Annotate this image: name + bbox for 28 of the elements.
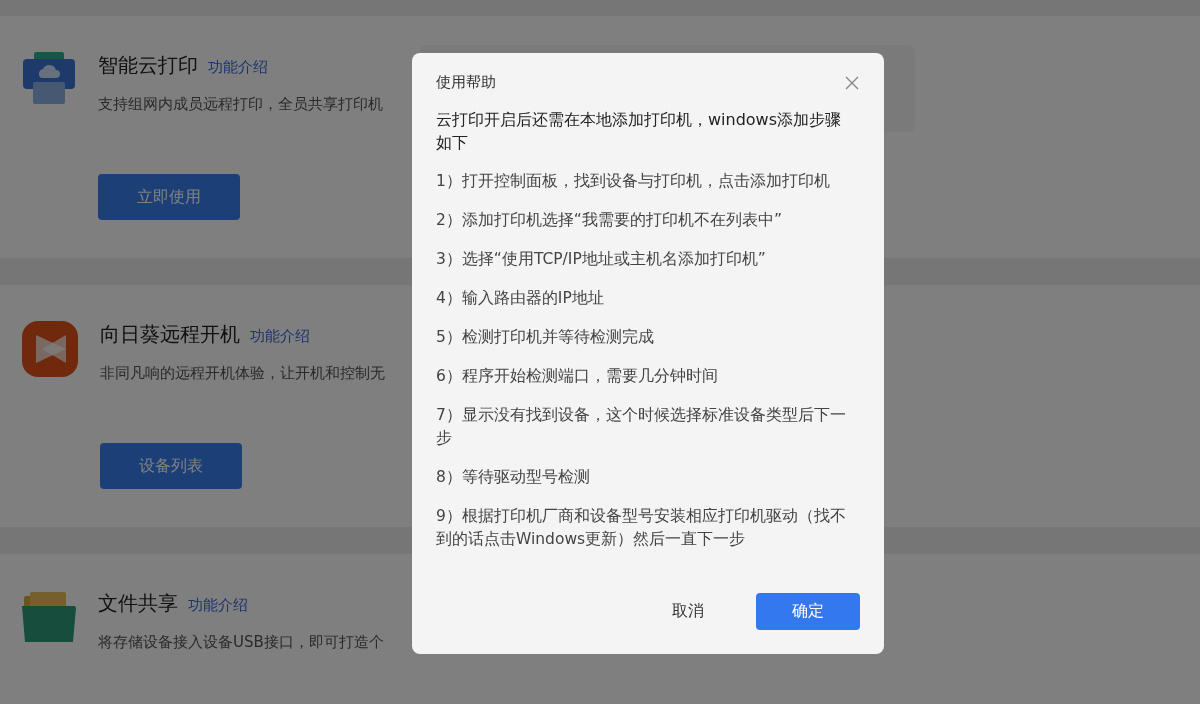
step-text: 9）根据打印机厂商和设备型号安装相应打印机驱动（找不到的话点击Windows更新）然后一直下一步: [436, 506, 847, 550]
step-text: 4）输入路由器的IP地址: [436, 288, 605, 309]
printer-icon: [22, 52, 76, 106]
play-icon: [22, 321, 78, 377]
action-button[interactable]: 立即使用: [98, 174, 240, 220]
step-text: 8）等待驱动型号检测: [436, 467, 591, 488]
feature-description: 非同凡响的远程开机体验，让开机和控制无: [100, 364, 385, 383]
intro-link[interactable]: 功能介绍: [250, 327, 310, 346]
step-text: 1）打开控制面板，找到设备与打印机，点击添加打印机: [436, 171, 831, 192]
step-text: 6）程序开始检测端口，需要几分钟时间: [436, 366, 719, 387]
confirm-button[interactable]: 确定: [756, 593, 860, 630]
intro-text: 云打印开启后还需在本地添加打印机，windows添加步骤如下: [436, 109, 843, 154]
feature-description: 支持组网内成员远程打印，全员共享打印机: [98, 95, 383, 114]
feature-title: 文件共享: [98, 590, 178, 617]
dialog-title: 使用帮助: [436, 73, 496, 92]
folder-icon: [22, 590, 76, 644]
intro-link[interactable]: 功能介绍: [188, 596, 248, 615]
intro-link[interactable]: 功能介绍: [208, 58, 268, 77]
feature-title: 向日葵远程开机: [100, 321, 240, 348]
step-text: 7）显示没有找到设备，这个时候选择标准设备类型后下一步: [436, 405, 847, 449]
cancel-button[interactable]: 取消: [636, 593, 740, 630]
close-icon[interactable]: [844, 74, 860, 91]
feature-description: 将存储设备接入设备USB接口，即可打造个: [98, 633, 384, 652]
step-text: 5）检测打印机并等待检测完成: [436, 327, 655, 348]
step-text: 2）添加打印机选择“我需要的打印机不在列表中”: [436, 210, 783, 231]
step-text: 3）选择“使用TCP/IP地址或主机名添加打印机”: [436, 249, 767, 270]
feature-title: 智能云打印: [98, 52, 198, 79]
action-button[interactable]: 设备列表: [100, 443, 242, 489]
